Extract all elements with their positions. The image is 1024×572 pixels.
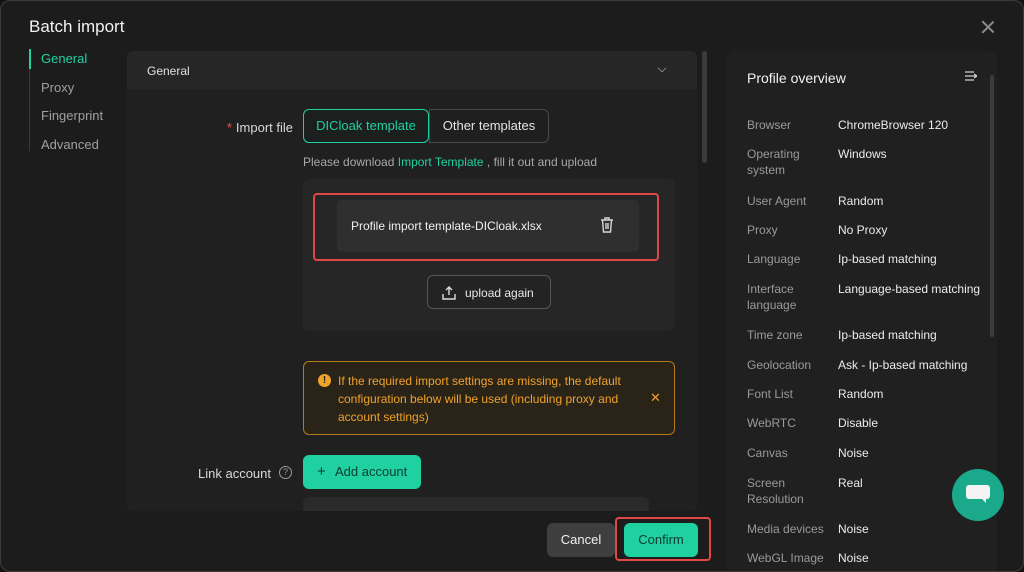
overview-value: Language-based matching [838, 282, 981, 296]
overview-key: Geolocation [747, 358, 812, 372]
nav-item-fingerprint[interactable]: Fingerprint [41, 108, 103, 123]
overview-key: Proxy [747, 223, 778, 237]
import-template-link[interactable]: Import Template [398, 155, 484, 169]
overview-key: WebRTC [747, 416, 796, 430]
collapse-menu-icon[interactable] [965, 71, 977, 81]
add-account-label: Add account [335, 464, 408, 479]
chat-icon-tail [980, 497, 986, 503]
upload-icon [442, 286, 456, 300]
batch-import-dialog: Batch import General Proxy Fingerprint A… [0, 0, 1024, 572]
overview-key: Browser [747, 118, 792, 132]
overview-key: Screen Resolution [747, 476, 804, 506]
overview-value: Windows [838, 147, 887, 161]
tab-other-templates[interactable]: Other templates [429, 109, 549, 143]
nav-item-general[interactable]: General [41, 51, 87, 66]
confirm-button[interactable]: Confirm [624, 523, 698, 557]
overview-key: Font List [747, 387, 794, 401]
hint-suffix: , fill it out and upload [486, 155, 597, 169]
overview-value: Ip-based matching [838, 328, 937, 342]
missing-settings-alert: ! If the required import settings are mi… [303, 361, 675, 435]
overview-value: Ip-based matching [838, 252, 937, 266]
dialog-title: Batch import [29, 17, 125, 36]
add-account-button[interactable]: + Add account [303, 455, 421, 489]
download-hint: Please download Import Template , fill i… [303, 155, 597, 169]
overview-value: ChromeBrowser 120 [838, 118, 949, 132]
overview-value: Noise [838, 522, 869, 536]
overview-value: Noise [838, 446, 869, 460]
chevron-down-icon[interactable] [657, 63, 667, 73]
cancel-button[interactable]: Cancel [547, 523, 615, 557]
upload-again-button[interactable]: upload again [427, 275, 551, 309]
upload-area: Profile import template-DICloak.xlsx upl… [303, 179, 675, 331]
nav-item-advanced[interactable]: Advanced [41, 137, 99, 152]
file-name: Profile import template-DICloak.xlsx [351, 219, 542, 233]
overview-scrollbar[interactable] [990, 75, 994, 337]
overview-key: Operating system [747, 147, 800, 177]
link-account-label: Link account [198, 466, 271, 481]
overview-key: Canvas [747, 446, 788, 460]
overview-key: Media devices [747, 522, 824, 536]
overview-value: Random [838, 194, 884, 208]
uploaded-file: Profile import template-DICloak.xlsx [337, 200, 639, 252]
close-icon[interactable]: ✕ [650, 390, 661, 406]
overview-value: Disable [838, 416, 879, 430]
nav-active-indicator [29, 49, 31, 69]
plus-icon: + [317, 463, 326, 480]
warning-text: If the required import settings are miss… [338, 374, 621, 424]
import-file-text: Import file [235, 120, 293, 135]
overview-value: Noise [838, 551, 869, 565]
overview-key: Time zone [747, 328, 803, 342]
overview-key: User Agent [747, 194, 807, 208]
overview-title: Profile overview [747, 70, 846, 86]
main-scrollbar[interactable] [702, 51, 707, 163]
hint-prefix: Please download [303, 155, 395, 169]
tab-dicloak-template[interactable]: DICloak template [303, 109, 429, 143]
overview-value: Ask - Ip-based matching [838, 358, 968, 372]
support-chat-button[interactable] [952, 469, 1004, 521]
nav-item-proxy[interactable]: Proxy [41, 80, 74, 95]
required-mark: * [226, 120, 232, 135]
warning-icon: ! [318, 374, 331, 387]
trash-icon[interactable] [599, 216, 615, 234]
account-list [303, 497, 649, 511]
overview-value: Random [838, 387, 884, 401]
general-section-header[interactable]: General [127, 51, 697, 89]
overview-key: WebGL Image [747, 551, 824, 565]
chat-icon [966, 485, 990, 499]
close-icon[interactable] [977, 17, 999, 39]
help-icon[interactable]: ? [279, 466, 292, 479]
upload-again-label: upload again [465, 286, 534, 300]
overview-key: Language [747, 252, 801, 266]
import-file-label: * Import file [187, 120, 293, 135]
section-label: General [147, 64, 190, 78]
overview-key: Interface language [747, 282, 797, 312]
overview-value: No Proxy [838, 223, 888, 237]
general-panel: General * Import file DICloak template Ot… [127, 51, 697, 511]
